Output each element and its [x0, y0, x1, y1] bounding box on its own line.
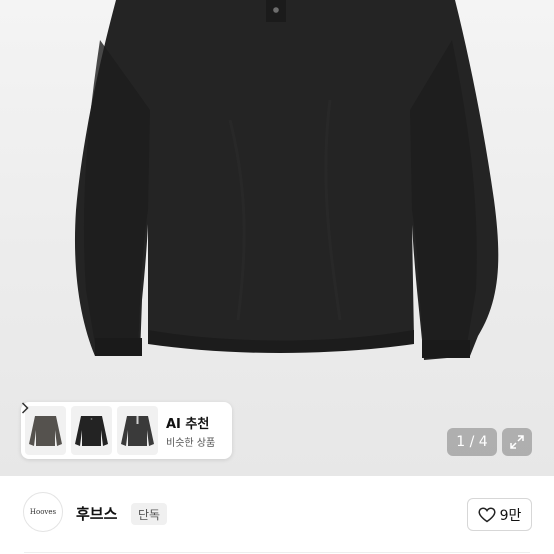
expand-image-button[interactable] — [502, 428, 532, 456]
shop-logo-text: Hooves — [29, 508, 57, 516]
chevron-right-icon — [21, 402, 29, 414]
ai-recommend-card[interactable]: AI 추천 비슷한 상품 — [21, 402, 232, 459]
ai-thumbnail[interactable] — [25, 406, 66, 455]
divider — [24, 552, 530, 553]
ai-recommend-subtitle: 비슷한 상품 — [166, 438, 216, 449]
shop-name[interactable]: 후브스 — [76, 503, 117, 524]
exclusive-badge: 단독 — [131, 503, 168, 525]
image-page-counter: 1 / 4 — [447, 428, 497, 456]
product-image[interactable]: AI 추천 비슷한 상품 1 / 4 — [0, 0, 554, 476]
ai-thumbnail[interactable] — [117, 406, 158, 455]
ai-thumbnail[interactable] — [71, 406, 112, 455]
shop-info-bar: Hooves 후브스 단독 9만 — [0, 476, 554, 554]
heart-icon — [478, 506, 496, 522]
ai-recommend-title: AI 추천 — [166, 417, 210, 432]
shop-logo[interactable]: Hooves — [23, 492, 63, 532]
like-button[interactable]: 9만 — [467, 498, 532, 531]
like-count: 9만 — [499, 507, 522, 524]
expand-icon — [510, 435, 524, 449]
